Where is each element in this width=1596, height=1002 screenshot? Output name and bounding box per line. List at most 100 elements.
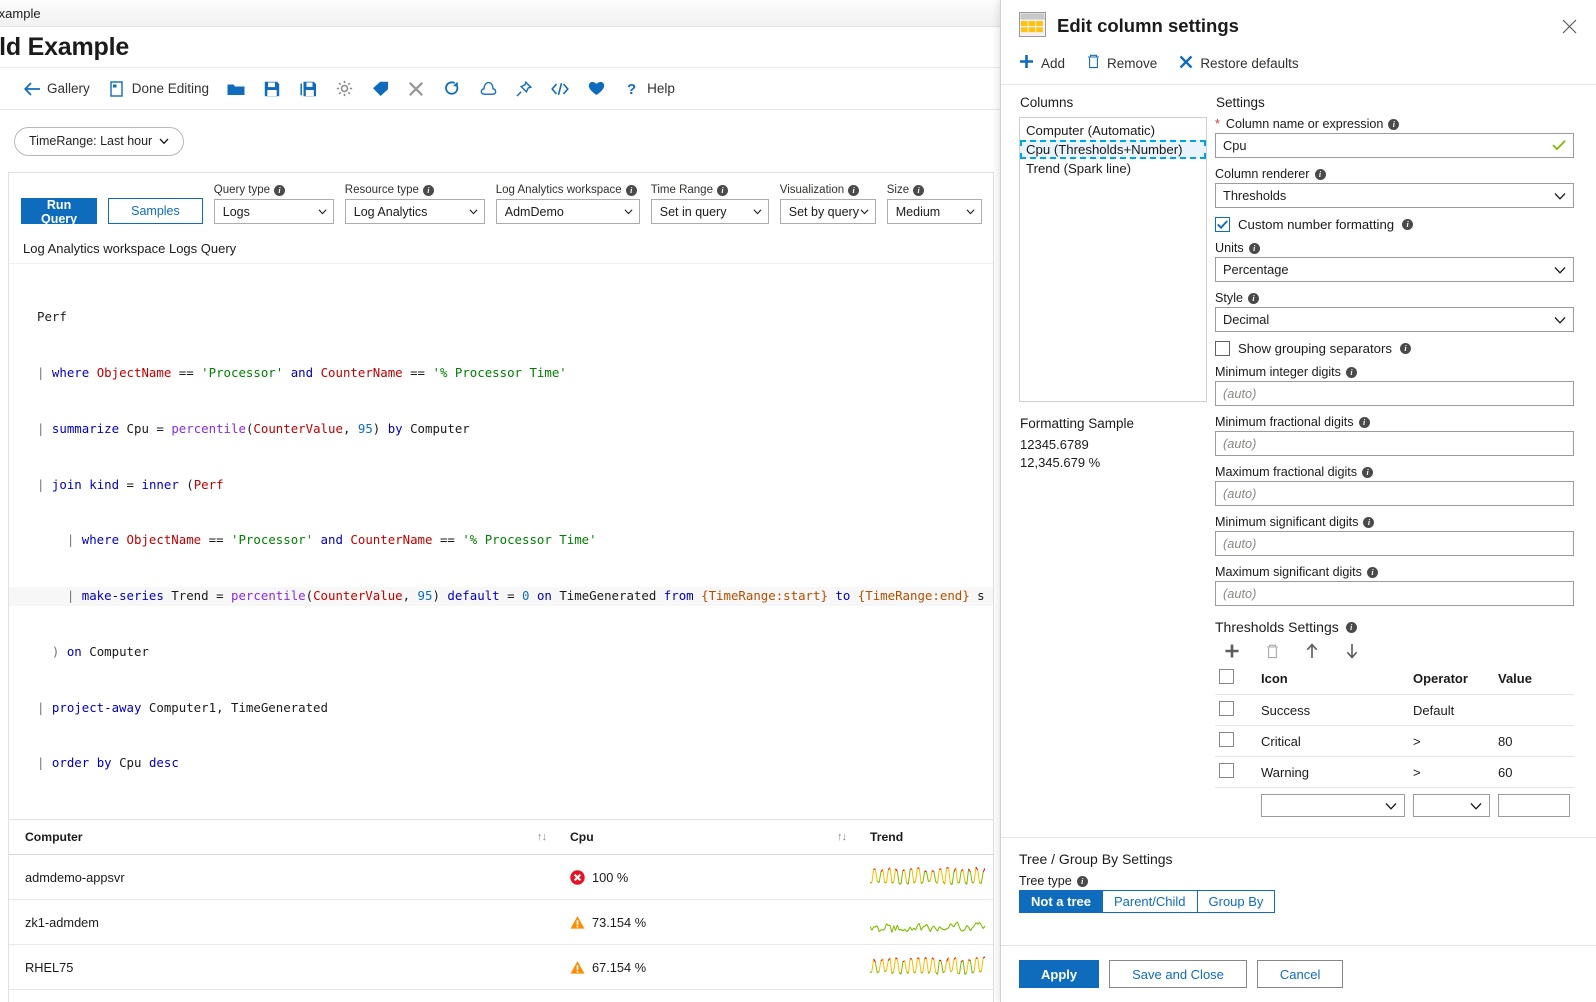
- info-icon[interactable]: i: [1399, 343, 1411, 354]
- thresholds-new-value-input[interactable]: [1498, 794, 1570, 817]
- threshold-select-cell[interactable]: [1215, 694, 1257, 726]
- info-icon[interactable]: i: [1076, 875, 1088, 887]
- column-list-item[interactable]: Trend (Spark line): [1020, 159, 1206, 178]
- column-name-input[interactable]: Cpu: [1215, 133, 1574, 158]
- toolbar-gallery-button[interactable]: Gallery: [14, 76, 99, 102]
- grouping-separators-row[interactable]: Show grouping separators i: [1215, 341, 1574, 356]
- info-icon[interactable]: i: [848, 184, 860, 196]
- threshold-move-down-icon[interactable]: [1343, 642, 1361, 660]
- grouping-separators-checkbox[interactable]: [1215, 341, 1230, 356]
- info-icon[interactable]: i: [1345, 621, 1357, 633]
- thresholds-new-icon-dropdown[interactable]: [1261, 794, 1405, 817]
- timerange-parameter-dropdown[interactable]: TimeRange: Last hour: [14, 126, 185, 156]
- column-header-cpu[interactable]: Cpu ↑↓: [554, 819, 854, 856]
- toolbar-cloud-button[interactable]: [470, 76, 506, 102]
- remove-column-button[interactable]: Remove: [1087, 54, 1157, 72]
- info-icon[interactable]: i: [1248, 292, 1259, 304]
- threshold-row-checkbox[interactable]: [1219, 732, 1234, 747]
- toolbar-save-button[interactable]: [254, 76, 290, 102]
- threshold-row-checkbox[interactable]: [1219, 701, 1234, 716]
- time-range-dropdown[interactable]: Set in query: [650, 199, 769, 224]
- units-dropdown[interactable]: Percentage: [1215, 257, 1574, 282]
- apply-button[interactable]: Apply: [1019, 960, 1100, 988]
- threshold-row[interactable]: Warning >60: [1215, 756, 1574, 788]
- column-header-computer[interactable]: Computer ↑↓: [9, 819, 554, 856]
- custom-number-formatting-checkbox[interactable]: [1215, 217, 1230, 232]
- close-icon[interactable]: [1556, 13, 1582, 39]
- info-icon[interactable]: i: [422, 184, 434, 196]
- run-query-button[interactable]: Run Query: [21, 198, 98, 226]
- info-icon[interactable]: i: [625, 184, 637, 196]
- browser-tab-label[interactable]: Example: [0, 6, 41, 21]
- threshold-row[interactable]: Critical >80: [1215, 725, 1574, 757]
- table-row[interactable]: RHEL75 67.154 %: [9, 944, 993, 991]
- info-icon[interactable]: i: [274, 184, 286, 196]
- column-list-item[interactable]: Computer (Automatic): [1020, 121, 1206, 140]
- column-list-item[interactable]: Cpu (Thresholds+Number): [1020, 140, 1206, 159]
- threshold-row-checkbox[interactable]: [1219, 763, 1234, 778]
- threshold-delete-icon[interactable]: [1263, 642, 1281, 660]
- toolbar-refresh-button[interactable]: [434, 76, 470, 102]
- tree-type-option[interactable]: Parent/Child: [1102, 891, 1198, 912]
- info-icon[interactable]: i: [1362, 466, 1374, 478]
- thresholds-select-all-checkbox[interactable]: [1219, 669, 1234, 684]
- threshold-add-icon[interactable]: [1223, 642, 1241, 660]
- size-dropdown[interactable]: Medium: [886, 199, 982, 224]
- info-icon[interactable]: i: [1358, 416, 1370, 428]
- info-icon[interactable]: i: [1388, 118, 1400, 130]
- thresholds-select-all-cell[interactable]: [1215, 664, 1257, 695]
- toolbar-help-button[interactable]: ? Help: [614, 76, 684, 102]
- max-fractional-digits-input[interactable]: (auto): [1215, 481, 1574, 506]
- tree-type-option[interactable]: Group By: [1197, 891, 1275, 912]
- toolbar-code-button[interactable]: [542, 76, 578, 102]
- info-icon[interactable]: i: [913, 184, 925, 196]
- samples-button[interactable]: Samples: [108, 198, 203, 224]
- kql-query-editor[interactable]: Perf | where ObjectName == 'Processor' a…: [9, 263, 993, 820]
- cancel-button[interactable]: Cancel: [1256, 960, 1344, 988]
- threshold-row[interactable]: Success Default: [1215, 694, 1574, 726]
- column-header-trend[interactable]: Trend: [854, 819, 993, 856]
- max-significant-digits-input[interactable]: (auto): [1215, 581, 1574, 606]
- query-type-dropdown[interactable]: Logs: [213, 199, 334, 224]
- threshold-select-cell[interactable]: [1215, 756, 1257, 788]
- column-renderer-dropdown[interactable]: Thresholds: [1215, 183, 1574, 208]
- info-icon[interactable]: i: [1363, 516, 1375, 528]
- info-icon[interactable]: i: [716, 184, 728, 196]
- add-column-button[interactable]: Add: [1019, 54, 1065, 72]
- sort-icon[interactable]: ↑↓: [837, 831, 847, 843]
- toolbar-pin-button[interactable]: [506, 76, 542, 102]
- table-row[interactable]: zk1-admdem 73.154 %: [9, 899, 993, 946]
- restore-defaults-button[interactable]: Restore defaults: [1179, 55, 1299, 72]
- tree-type-pivot[interactable]: Not a tree Parent/Child Group By: [1019, 890, 1276, 913]
- code-line: | join kind = inner (Perf: [37, 476, 224, 492]
- resource-type-dropdown[interactable]: Log Analytics: [344, 199, 485, 224]
- toolbar-tag-button[interactable]: [362, 76, 398, 102]
- threshold-move-up-icon[interactable]: [1303, 642, 1321, 660]
- toolbar-delete-button[interactable]: [398, 76, 434, 102]
- info-icon[interactable]: i: [1402, 219, 1414, 230]
- min-integer-digits-input[interactable]: (auto): [1215, 381, 1574, 406]
- sort-icon[interactable]: ↑↓: [537, 831, 547, 843]
- min-significant-digits-input[interactable]: (auto): [1215, 531, 1574, 556]
- save-and-close-button[interactable]: Save and Close: [1109, 960, 1247, 988]
- toolbar-settings-button[interactable]: [326, 76, 362, 102]
- toolbar-open-button[interactable]: [218, 76, 254, 102]
- table-row[interactable]: hn0-admdem47.019 %: [9, 989, 993, 1002]
- style-dropdown[interactable]: Decimal: [1215, 307, 1574, 332]
- min-fractional-digits-input[interactable]: (auto): [1215, 431, 1574, 456]
- workspace-dropdown[interactable]: AdmDemo: [495, 199, 640, 224]
- tree-type-option[interactable]: Not a tree: [1020, 891, 1103, 912]
- thresholds-new-operator-dropdown[interactable]: [1413, 794, 1490, 817]
- table-row[interactable]: admdemo-appsvr 100 %: [9, 854, 993, 901]
- toolbar-save-as-button[interactable]: [290, 76, 326, 102]
- info-icon[interactable]: i: [1248, 242, 1260, 254]
- custom-number-formatting-row[interactable]: Custom number formatting i: [1215, 217, 1574, 232]
- info-icon[interactable]: i: [1345, 366, 1357, 378]
- toolbar-done-editing-button[interactable]: Done Editing: [99, 76, 218, 102]
- info-icon[interactable]: i: [1366, 566, 1378, 578]
- info-icon[interactable]: i: [1314, 168, 1326, 180]
- visualization-dropdown[interactable]: Set by query: [779, 199, 876, 224]
- toolbar-favorite-button[interactable]: [578, 76, 614, 102]
- threshold-select-cell[interactable]: [1215, 725, 1257, 757]
- columns-list[interactable]: Computer (Automatic) Cpu (Thresholds+Numb…: [1019, 117, 1207, 402]
